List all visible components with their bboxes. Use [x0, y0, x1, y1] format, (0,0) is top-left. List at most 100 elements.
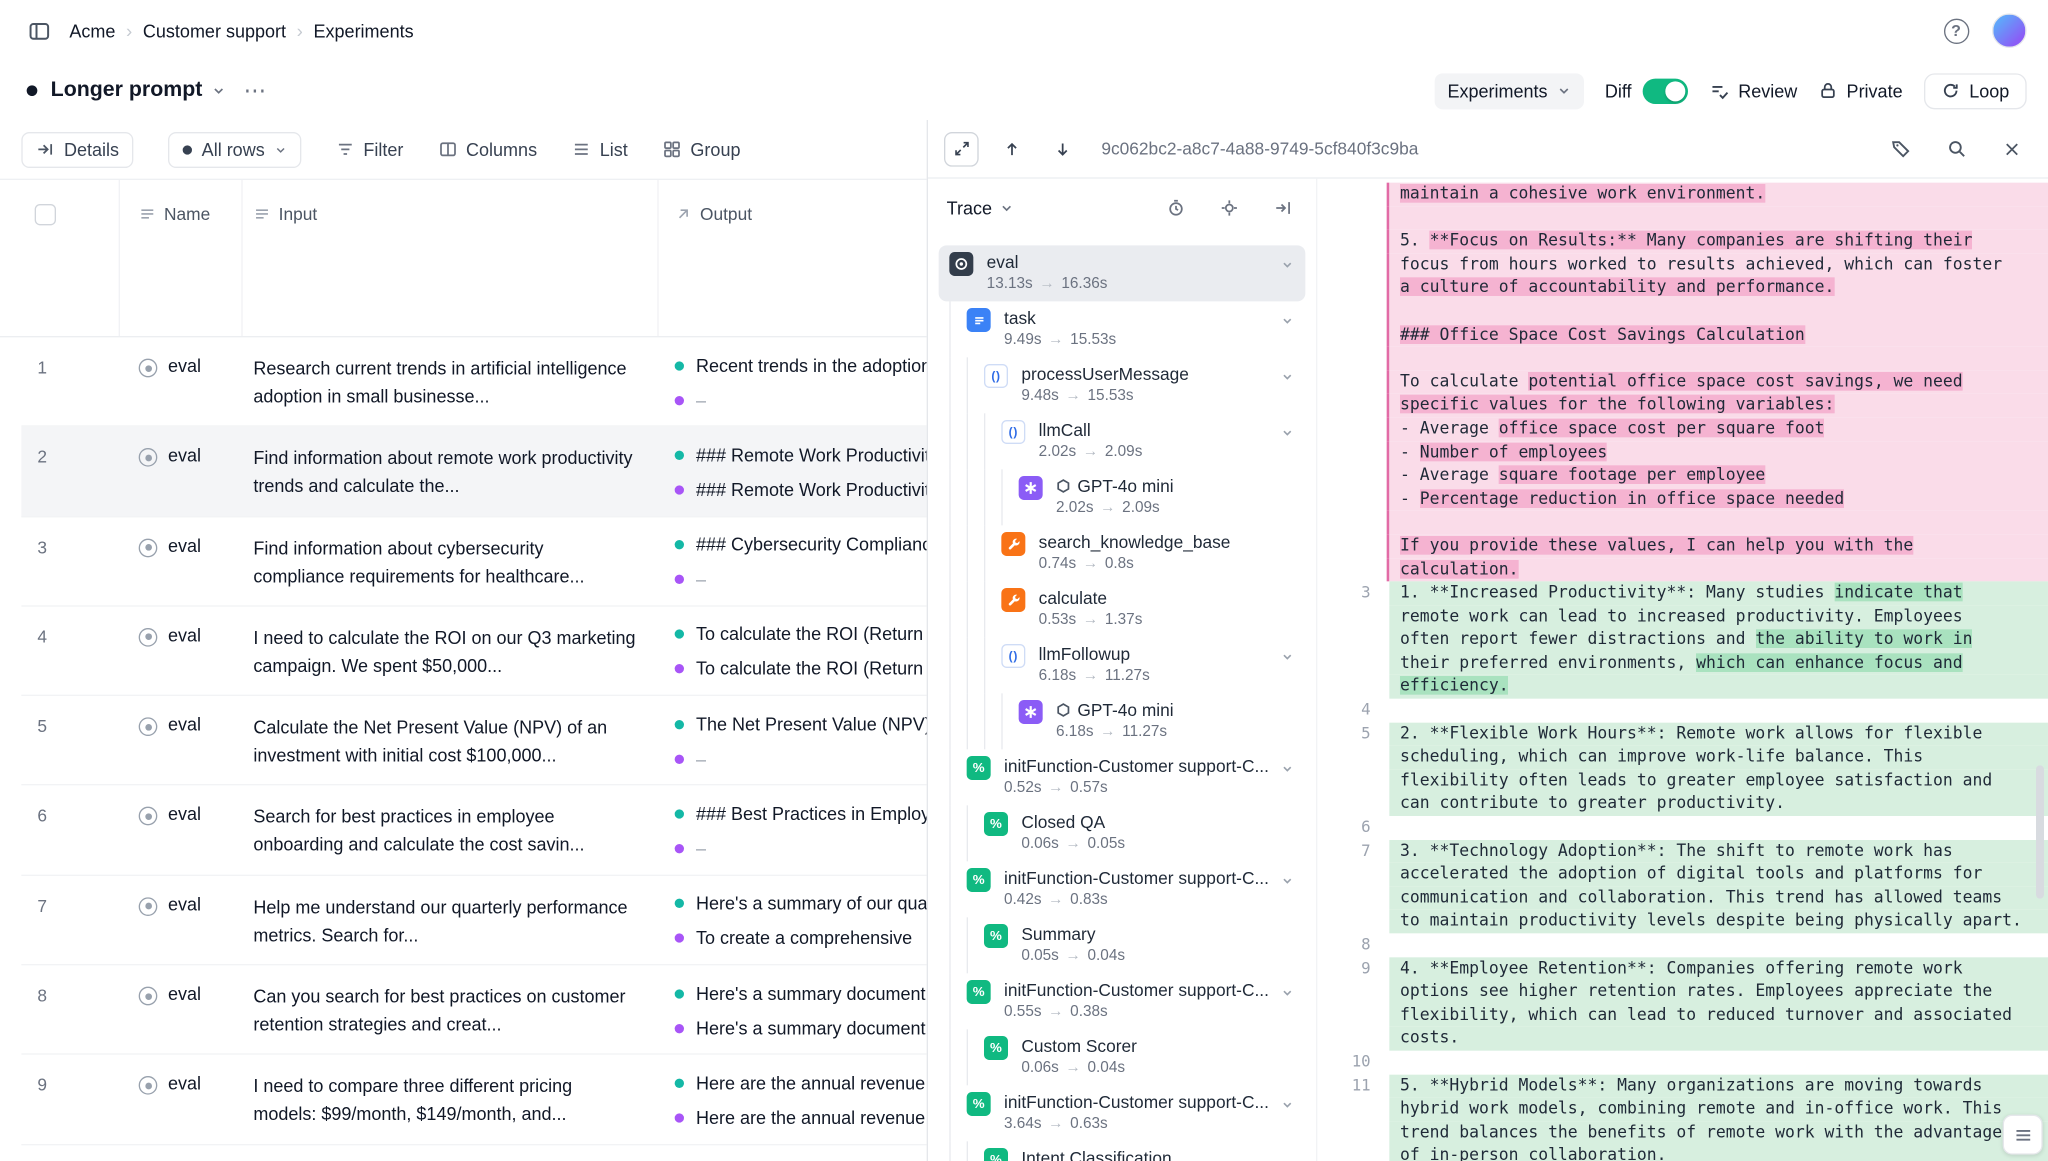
- trace-node[interactable]: %initFunction-Customer support-C...3.64s…: [939, 1085, 1306, 1141]
- tree-guide: [967, 805, 984, 861]
- breadcrumb-item[interactable]: Customer support: [143, 21, 286, 41]
- trace-node-durations: 6.18s→11.27s: [1039, 668, 1279, 684]
- column-header-name[interactable]: Name: [120, 180, 243, 336]
- trace-node[interactable]: ∗GPT-4o mini2.02s→2.09s: [939, 469, 1306, 525]
- trace-tree: eval13.13s→16.36s task 9.49s→15.53s ()proce…: [928, 237, 1316, 1161]
- more-menu-button[interactable]: ⋯: [238, 77, 273, 104]
- diff-line-text: - Average square footage per employee: [1389, 464, 2048, 487]
- close-panel-button[interactable]: [1995, 131, 2030, 166]
- diff-line-number: 5: [1317, 722, 1370, 745]
- details-button[interactable]: Details: [21, 131, 133, 167]
- next-row-button[interactable]: [1045, 131, 1080, 166]
- menu-lines-icon: [2013, 1125, 2033, 1145]
- trace-node-name: task: [1004, 308, 1279, 328]
- diff-toggle[interactable]: [1642, 78, 1687, 103]
- private-button[interactable]: Private: [1819, 81, 1903, 101]
- focus-button[interactable]: [1212, 191, 1247, 226]
- diff-line-number: [1317, 370, 1370, 393]
- diff-line-text: [1389, 347, 2048, 370]
- trace-node-name: initFunction-Customer support-C...: [1004, 1092, 1279, 1112]
- tree-guide: [967, 525, 984, 581]
- loop-button[interactable]: Loop: [1924, 73, 2027, 109]
- output-bullet-icon: [675, 1078, 684, 1087]
- function-span-icon: (): [1001, 420, 1025, 444]
- row-name: eval: [168, 625, 201, 695]
- expand-trace-button[interactable]: [944, 131, 979, 166]
- diff-line: focus from hours worked to results achie…: [1317, 253, 2048, 276]
- trace-node[interactable]: calculate0.53s→1.37s: [939, 581, 1306, 637]
- diff-line-number: [1317, 300, 1370, 323]
- function-span-icon: (): [1001, 644, 1025, 668]
- trace-node-durations: 0.52s→0.57s: [1004, 780, 1279, 796]
- row-number: 3: [21, 517, 120, 605]
- output-bullet-icon: [675, 665, 684, 674]
- group-button[interactable]: Group: [662, 139, 740, 159]
- diff-line: 8: [1317, 933, 2048, 956]
- trace-node[interactable]: %initFunction-Customer support-C...0.42s…: [939, 861, 1306, 917]
- trace-view-dropdown[interactable]: Trace: [947, 198, 1014, 218]
- collapse-panel-button[interactable]: [1265, 191, 1300, 226]
- output-bullet-icon: [675, 485, 684, 494]
- search-button[interactable]: [1939, 131, 1974, 166]
- row-number: 8: [21, 965, 120, 1053]
- diff-line: remote work can lead to increased produc…: [1317, 605, 2048, 628]
- arrow-down-icon: [1053, 139, 1072, 158]
- chevron-down-icon[interactable]: [1281, 427, 1293, 439]
- experiment-name-dropdown[interactable]: Longer prompt: [51, 79, 225, 103]
- task-span-icon: [967, 308, 991, 332]
- chevron-down-icon[interactable]: [1281, 763, 1293, 775]
- trace-node[interactable]: task 9.49s→15.53s: [939, 301, 1306, 357]
- diff-line: - Average office space cost per square f…: [1317, 417, 2048, 440]
- scrollbar-thumb[interactable]: [2036, 765, 2044, 898]
- output-bullet-icon: [675, 844, 684, 853]
- breadcrumb-item[interactable]: Acme: [69, 21, 115, 41]
- help-button[interactable]: ?: [1939, 13, 1974, 48]
- previous-row-button[interactable]: [995, 131, 1030, 166]
- chevron-down-icon[interactable]: [1281, 651, 1293, 663]
- help-icon: ?: [1943, 18, 1968, 43]
- breadcrumb-item[interactable]: Experiments: [314, 21, 414, 41]
- diff-line-number: [1317, 441, 1370, 464]
- tree-guide: [984, 469, 1001, 525]
- chevron-down-icon[interactable]: [1281, 371, 1293, 383]
- tag-button[interactable]: [1883, 131, 1918, 166]
- sidebar-toggle-button[interactable]: [21, 13, 56, 48]
- chevron-down-icon[interactable]: [1281, 875, 1293, 887]
- row-name-cell: eval: [120, 965, 243, 1053]
- trace-node[interactable]: %initFunction-Customer support-C...0.52s…: [939, 749, 1306, 805]
- trace-node[interactable]: ∗GPT-4o mini6.18s→11.27s: [939, 693, 1306, 749]
- diff-line-number: 3: [1317, 581, 1370, 604]
- filter-button[interactable]: Filter: [335, 139, 403, 159]
- chevron-down-icon[interactable]: [1281, 1099, 1293, 1111]
- avatar[interactable]: [1992, 13, 2027, 48]
- trace-node[interactable]: ()llmCall2.02s→2.09s: [939, 413, 1306, 469]
- timer-button[interactable]: [1159, 191, 1194, 226]
- list-button[interactable]: List: [572, 139, 628, 159]
- row-name: eval: [168, 356, 201, 426]
- trace-node[interactable]: ()llmFollowup6.18s→11.27s: [939, 637, 1306, 693]
- trace-node[interactable]: %Closed QA0.06s→0.05s: [939, 805, 1306, 861]
- select-all-checkbox[interactable]: [35, 204, 56, 225]
- trace-node[interactable]: eval13.13s→16.36s: [939, 245, 1306, 301]
- tree-guide: [984, 413, 1001, 469]
- trace-node[interactable]: search_knowledge_base0.74s→0.8s: [939, 525, 1306, 581]
- trace-node[interactable]: ()processUserMessage9.48s→15.53s: [939, 357, 1306, 413]
- rows-filter-dropdown[interactable]: All rows: [168, 131, 300, 167]
- bottom-right-menu-button[interactable]: [2003, 1115, 2043, 1155]
- scorer-span-icon: %: [984, 812, 1008, 836]
- columns-button[interactable]: Columns: [438, 139, 537, 159]
- chevron-down-icon[interactable]: [1281, 987, 1293, 999]
- trace-node-durations: 9.49s→15.53s: [1004, 332, 1279, 348]
- view-selector-dropdown[interactable]: Experiments: [1434, 73, 1583, 109]
- trace-node[interactable]: %Summary0.05s→0.04s: [939, 917, 1306, 973]
- chevron-down-icon[interactable]: [1281, 259, 1293, 271]
- diff-line-text: 4. **Employee Retention**: Companies off…: [1389, 957, 2048, 980]
- review-button[interactable]: Review: [1709, 81, 1797, 101]
- diff-line-number: [1317, 323, 1370, 346]
- chevron-down-icon[interactable]: [1281, 315, 1293, 327]
- diff-line: trend balances the benefits of remote wo…: [1317, 1121, 2048, 1144]
- column-header-input[interactable]: Input: [243, 180, 659, 336]
- trace-node[interactable]: %Intent Classification: [939, 1141, 1306, 1161]
- trace-node[interactable]: %Custom Scorer0.06s→0.04s: [939, 1029, 1306, 1085]
- trace-node[interactable]: %initFunction-Customer support-C...0.55s…: [939, 973, 1306, 1029]
